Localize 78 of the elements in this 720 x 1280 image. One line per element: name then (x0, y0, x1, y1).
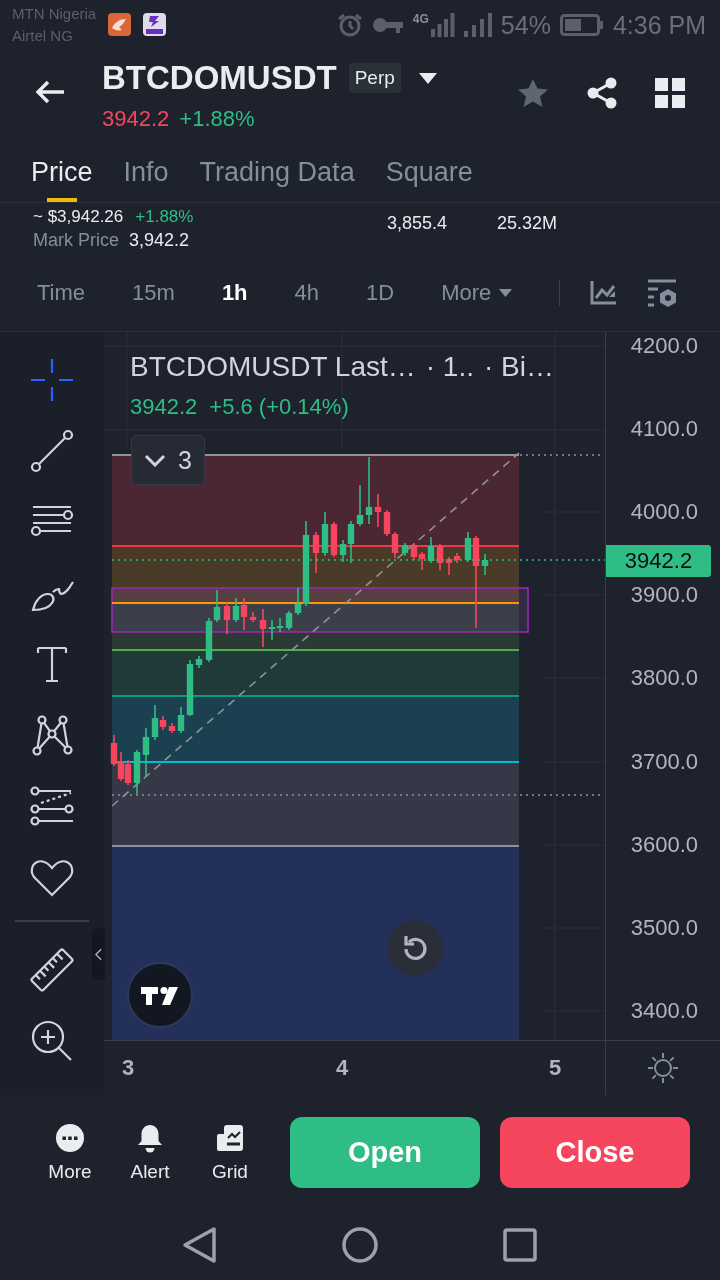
price-axis-label: 3700.0 (630, 748, 698, 775)
chart-card-icon (215, 1122, 245, 1153)
mark-price: 3,942.2 (129, 230, 190, 251)
caret-icon[interactable] (418, 72, 437, 84)
price-axis-label: 3500.0 (630, 914, 698, 941)
reset-icon[interactable] (387, 920, 443, 976)
app-notification-icon (143, 13, 167, 36)
section-tab[interactable]: Trading Data (199, 142, 355, 202)
logo-icon[interactable] (127, 962, 193, 1028)
legend-source: · Bi… (484, 350, 554, 384)
app-grid-icon[interactable] (655, 78, 685, 108)
symbol-title: BTCDOMUSDT (102, 58, 337, 98)
open-position-button[interactable]: Open (290, 1117, 480, 1188)
time-axis-label: 5 (547, 1055, 563, 1081)
close-position-button[interactable]: Close (500, 1117, 690, 1188)
carrier-name: MTN Nigeria (12, 4, 97, 24)
alert-button[interactable]: Alert (110, 1122, 190, 1183)
signal-icon (430, 13, 455, 37)
network-type: 4G (412, 13, 429, 26)
legend-interval: · 1.. (425, 350, 474, 384)
star-icon[interactable] (517, 77, 549, 109)
interval-tab[interactable]: 4h (294, 278, 320, 308)
ruler-icon[interactable] (29, 946, 75, 993)
last-price: 3942.2 (102, 106, 170, 132)
interval-tab[interactable]: Time (37, 278, 86, 308)
alarm-icon (336, 12, 363, 38)
price-axis-label: 4000.0 (630, 499, 698, 526)
carrier-name: Airtel NG (12, 26, 74, 46)
section-tab[interactable]: Price (31, 142, 93, 202)
section-tab[interactable]: Info (123, 142, 169, 202)
more-icon (55, 1122, 85, 1153)
line-tool-icon[interactable] (29, 427, 75, 474)
back-icon[interactable] (34, 79, 66, 105)
panel-collapse-handle[interactable] (92, 928, 105, 980)
home-icon[interactable] (340, 1225, 380, 1265)
usd-price: ~ $3,942.26 (33, 207, 124, 226)
indicators-icon[interactable] (589, 280, 618, 306)
usd-change: +1.88% (135, 207, 194, 226)
more-dropdown[interactable]: More (441, 278, 513, 308)
price-axis-label: 4200.0 (630, 333, 698, 359)
caret-icon (499, 289, 513, 297)
legend-price: 3942.2 (130, 393, 198, 421)
time-axis-label: 3 (120, 1055, 136, 1081)
key-icon (371, 16, 404, 34)
more-button[interactable]: More (30, 1122, 110, 1183)
legend-symbol[interactable]: BTCDOMUSDT Last… (130, 350, 416, 384)
price-axis-label: 3400.0 (630, 997, 698, 1024)
signal-icon (463, 13, 492, 37)
price-axis-label: 3600.0 (630, 831, 698, 858)
interval-tab[interactable]: 1D (366, 278, 395, 308)
recent-apps-icon[interactable] (500, 1225, 540, 1265)
grid-button[interactable]: Grid (190, 1122, 270, 1183)
battery-percent: 54% (500, 10, 551, 40)
time-axis-label: 4 (334, 1055, 350, 1081)
section-tab[interactable]: Square (385, 142, 473, 202)
app-notification-icon (108, 13, 132, 36)
price-axis-label: 3800.0 (630, 665, 698, 692)
legend-change: +5.6 (+0.14%) (209, 393, 349, 421)
chart-settings-icon[interactable] (646, 278, 679, 308)
battery-icon (559, 14, 604, 36)
stat-value: 25.32M (497, 212, 559, 234)
bell-icon (135, 1122, 165, 1153)
price-axis-label: 3900.0 (630, 582, 698, 609)
price-change: +1.88% (179, 106, 255, 132)
drawings-toggle[interactable]: 3 (131, 435, 205, 485)
interval-tab[interactable]: 1h (221, 278, 248, 308)
crosshair-icon[interactable] (29, 356, 75, 403)
mark-price-label: Mark Price (33, 230, 119, 251)
stat-value: 3,855.4 (387, 212, 449, 234)
interval-tab[interactable]: 15m (132, 278, 175, 308)
share-icon[interactable] (586, 77, 618, 109)
price-axis-label: 4100.0 (630, 416, 698, 443)
contract-badge: Perp (348, 63, 401, 93)
current-price-tag: 3942.2 (606, 545, 711, 577)
chevron-down-icon (144, 453, 167, 467)
chevron-left-icon (95, 947, 102, 961)
clock-time: 4:36 PM (612, 10, 706, 40)
sun-icon[interactable] (647, 1052, 679, 1084)
